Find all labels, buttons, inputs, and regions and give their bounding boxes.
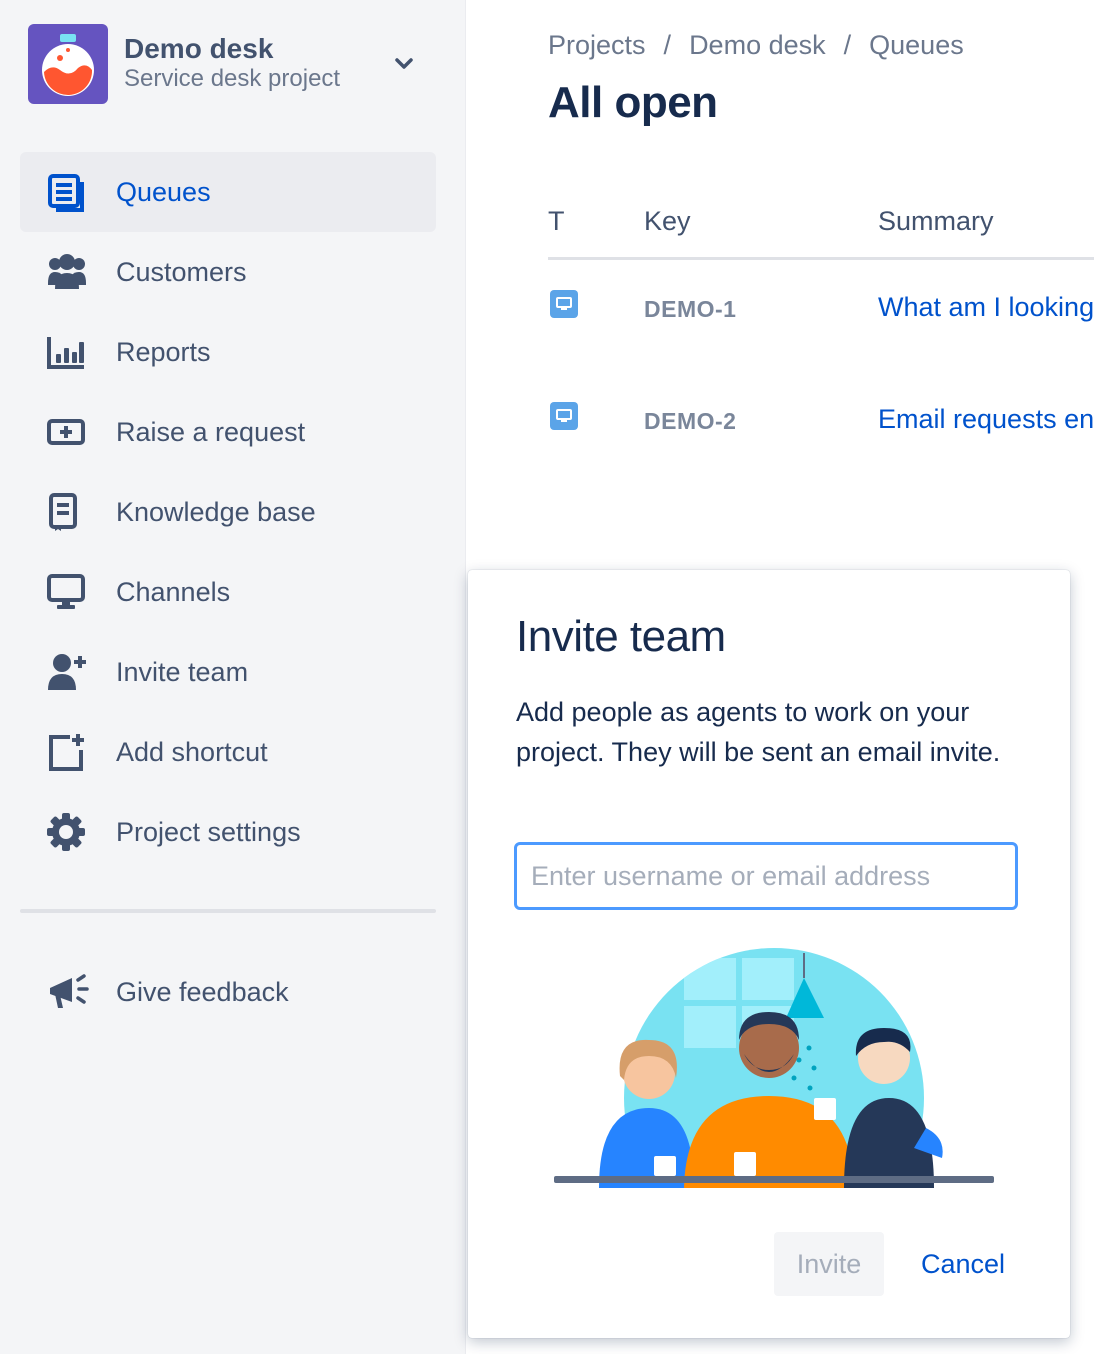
sidebar-item-label: Reports bbox=[116, 336, 211, 367]
sidebar-item-knowledge-base[interactable]: Knowledge base bbox=[20, 472, 436, 552]
sidebar-item-label: Project settings bbox=[116, 816, 301, 847]
project-avatar bbox=[28, 24, 108, 104]
project-subtitle: Service desk project bbox=[124, 65, 341, 92]
breadcrumb-projects[interactable]: Projects bbox=[548, 30, 646, 61]
knowledge-base-icon bbox=[20, 492, 116, 532]
column-header-key[interactable]: Key bbox=[644, 206, 691, 237]
raise-request-icon bbox=[20, 417, 116, 447]
breadcrumb-separator: / bbox=[663, 30, 672, 60]
table-header: T Key Summary bbox=[548, 190, 1094, 260]
cancel-button[interactable]: Cancel bbox=[908, 1232, 1018, 1296]
table-row[interactable]: DEMO-2 Email requests enabled bbox=[548, 372, 1094, 484]
invite-team-dialog: Invite team Add people as agents to work… bbox=[468, 570, 1070, 1338]
sidebar-divider bbox=[20, 909, 436, 913]
issue-type-icon bbox=[550, 290, 578, 318]
sidebar-item-channels[interactable]: Channels bbox=[20, 552, 436, 632]
breadcrumb: Projects / Demo desk / Queues bbox=[548, 30, 964, 61]
channels-icon bbox=[20, 573, 116, 611]
invite-email-input[interactable] bbox=[514, 842, 1018, 910]
table-row[interactable]: DEMO-1 What am I looking at? bbox=[548, 260, 1094, 372]
project-name: Demo desk bbox=[124, 33, 274, 64]
sidebar-item-invite-team[interactable]: Invite team bbox=[20, 632, 436, 712]
issue-type-icon bbox=[550, 402, 578, 430]
column-header-summary[interactable]: Summary bbox=[878, 206, 994, 237]
page-title: All open bbox=[548, 78, 718, 127]
sidebar-item-label: Give feedback bbox=[116, 976, 289, 1007]
team-illustration bbox=[554, 948, 994, 1188]
sidebar-nav: Queues Customers Reports Raise a request… bbox=[20, 152, 436, 872]
queues-icon bbox=[20, 172, 116, 212]
project-switcher[interactable]: Demo desk Service desk project bbox=[28, 24, 428, 104]
sidebar-item-label: Knowledge base bbox=[116, 496, 316, 527]
issue-key[interactable]: DEMO-1 bbox=[644, 296, 736, 323]
dialog-title: Invite team bbox=[516, 612, 726, 661]
sidebar-item-reports[interactable]: Reports bbox=[20, 312, 436, 392]
issue-summary[interactable]: Email requests enabled bbox=[878, 404, 1094, 435]
sidebar-item-label: Queues bbox=[116, 176, 211, 207]
column-header-type[interactable]: T bbox=[548, 206, 565, 237]
dialog-description: Add people as agents to work on your pro… bbox=[516, 697, 1001, 767]
breadcrumb-queues[interactable]: Queues bbox=[869, 30, 964, 61]
sidebar: Demo desk Service desk project Queues Cu… bbox=[0, 0, 466, 1354]
issues-table: T Key Summary DEMO-1 What am I looking a… bbox=[548, 190, 1094, 484]
add-shortcut-icon bbox=[20, 732, 116, 772]
sidebar-item-label: Channels bbox=[116, 576, 231, 607]
breadcrumb-demo-desk[interactable]: Demo desk bbox=[689, 30, 826, 61]
chevron-down-icon[interactable] bbox=[390, 50, 418, 78]
gear-icon bbox=[20, 812, 116, 852]
reports-icon bbox=[20, 334, 116, 370]
sidebar-item-give-feedback[interactable]: Give feedback bbox=[20, 952, 436, 1032]
customers-icon bbox=[20, 253, 116, 291]
sidebar-item-customers[interactable]: Customers bbox=[20, 232, 436, 312]
sidebar-item-label: Raise a request bbox=[116, 416, 306, 447]
breadcrumb-separator: / bbox=[843, 30, 852, 60]
sidebar-item-add-shortcut[interactable]: Add shortcut bbox=[20, 712, 436, 792]
invite-button[interactable]: Invite bbox=[774, 1232, 884, 1296]
megaphone-icon bbox=[20, 972, 116, 1012]
sidebar-item-label: Add shortcut bbox=[116, 736, 268, 767]
issue-summary[interactable]: What am I looking at? bbox=[878, 292, 1094, 323]
sidebar-item-label: Invite team bbox=[116, 656, 249, 687]
sidebar-item-raise-request[interactable]: Raise a request bbox=[20, 392, 436, 472]
issue-key[interactable]: DEMO-2 bbox=[644, 408, 736, 435]
sidebar-item-project-settings[interactable]: Project settings bbox=[20, 792, 436, 872]
invite-team-icon bbox=[20, 652, 116, 692]
sidebar-item-label: Customers bbox=[116, 256, 247, 287]
sidebar-item-queues[interactable]: Queues bbox=[20, 152, 436, 232]
